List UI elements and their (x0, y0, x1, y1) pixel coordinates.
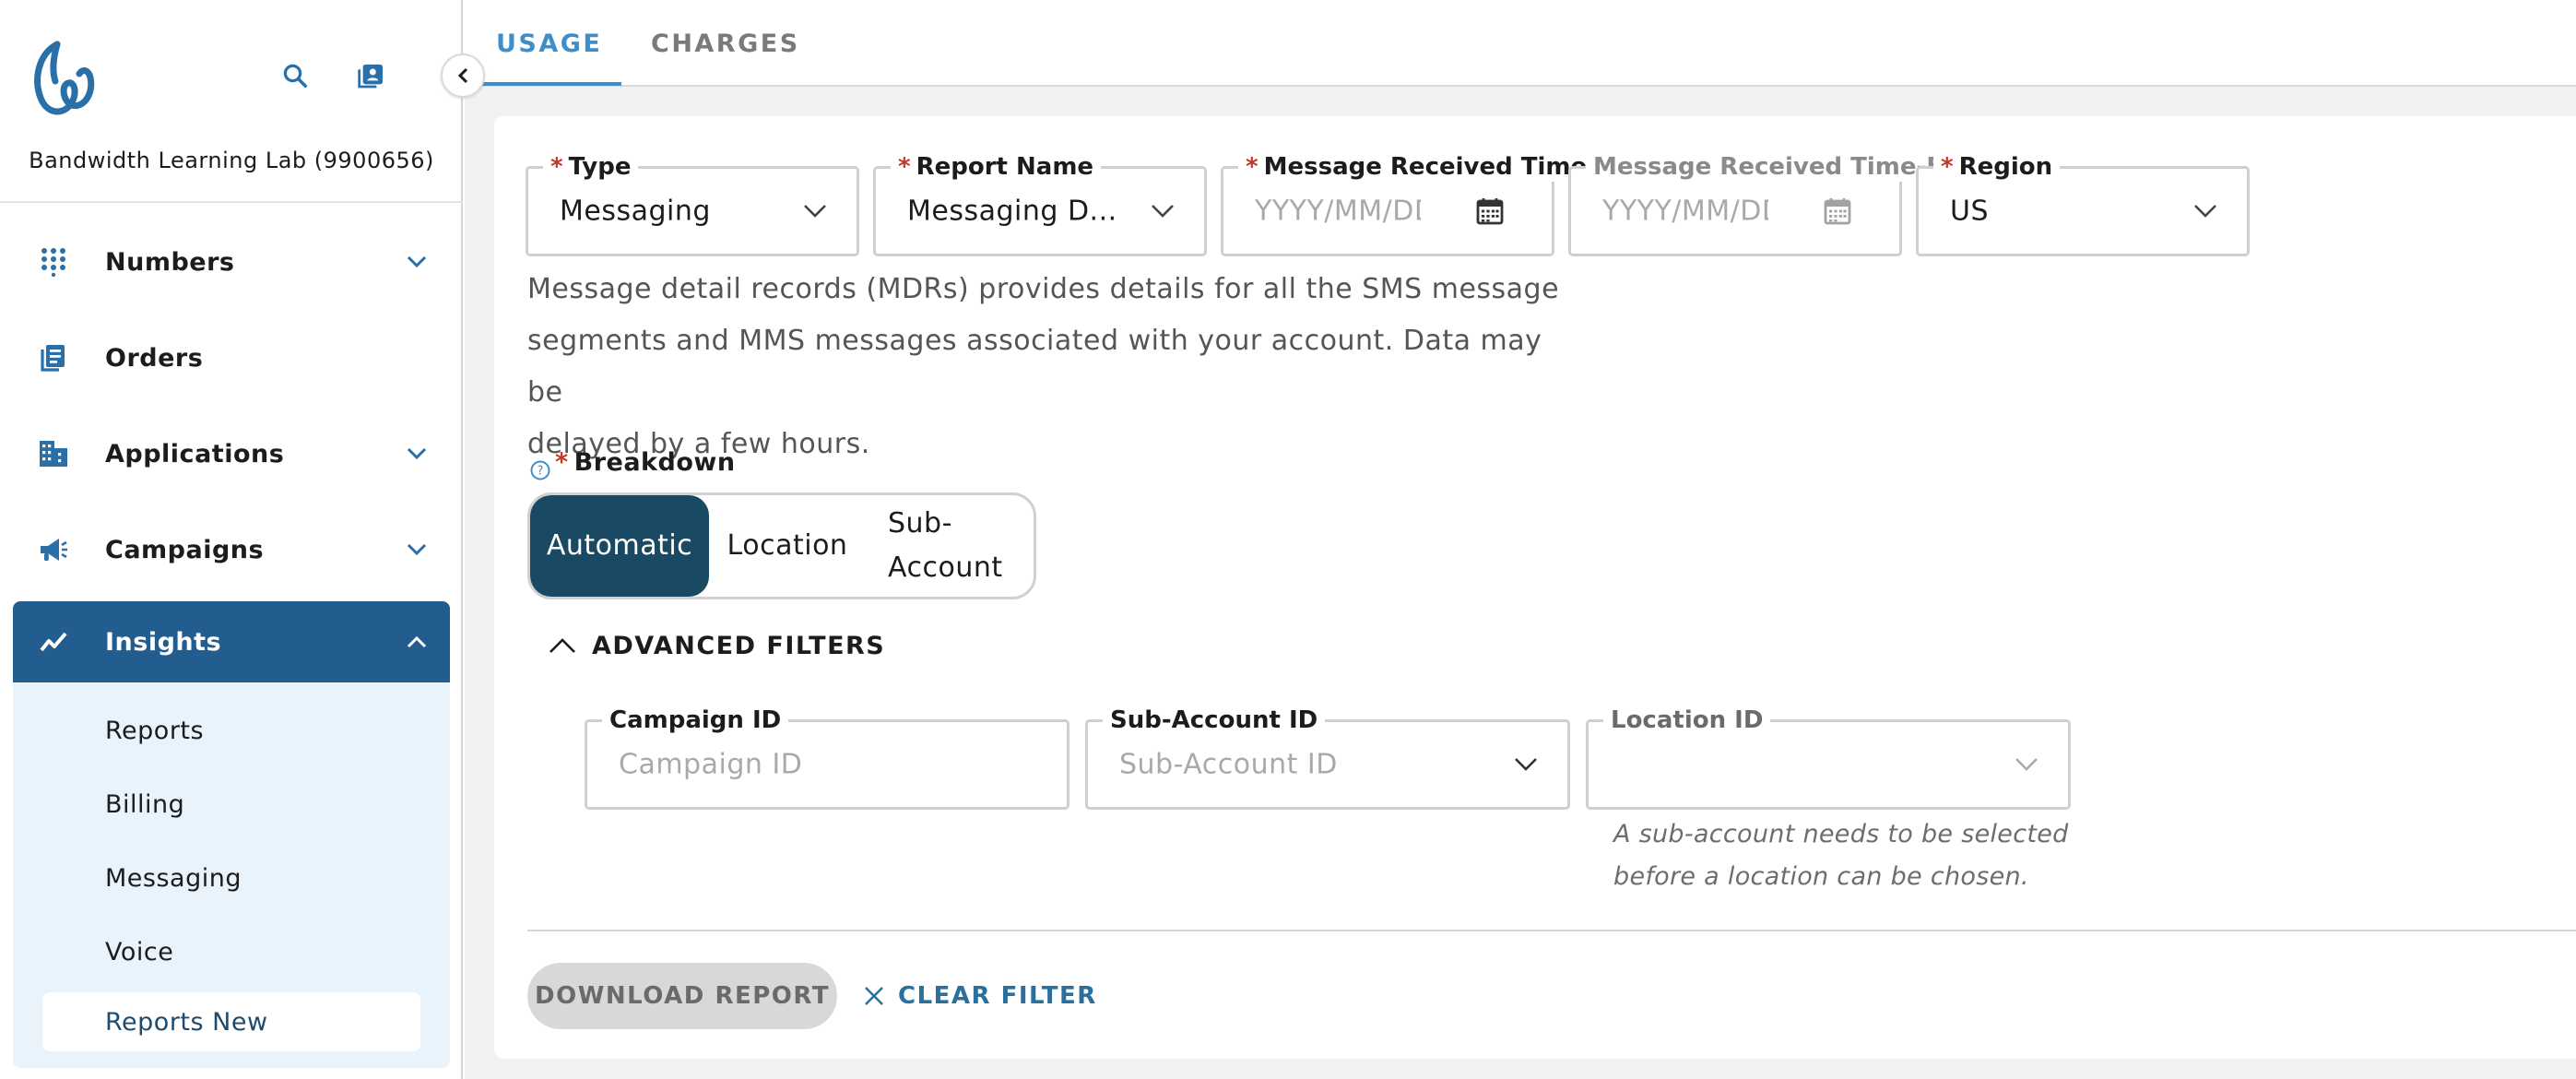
required-marker: * (1941, 153, 1954, 181)
sub-account-line-1: Sub- (888, 507, 952, 540)
chevron-down-icon[interactable] (404, 441, 430, 467)
clear-filter-label: CLEAR FILTER (898, 982, 1097, 1010)
account-name: Bandwidth Learning Lab (9900656) (29, 148, 434, 173)
report-name-label: * Report Name (891, 152, 1102, 182)
description-line: segments and MMS messages associated wit… (527, 325, 1542, 409)
required-marker: * (550, 153, 563, 181)
form-divider (527, 930, 2576, 931)
location-id-select[interactable]: Location ID (1586, 706, 2071, 810)
type-value: Messaging (560, 195, 711, 228)
location-id-label: Location ID (1603, 706, 1771, 735)
sub-account-id-placeholder: Sub-Account ID (1119, 748, 1338, 781)
region-select[interactable]: * Region US (1916, 152, 2250, 256)
region-value: US (1950, 195, 1990, 228)
bandwidth-logo-icon[interactable] (30, 37, 98, 118)
chevron-down-icon (1149, 197, 1176, 225)
helper-line: A sub-account needs to be selected (1613, 820, 2069, 848)
sidebar-item-campaigns[interactable]: Campaigns (13, 509, 450, 590)
report-name-select[interactable]: * Report Name Messaging D... (873, 152, 1207, 256)
breakdown-option-location[interactable]: Location (709, 495, 866, 597)
campaign-id-input[interactable]: Campaign ID Campaign ID (585, 706, 1069, 810)
calendar-icon[interactable] (1822, 196, 1853, 227)
collapse-sidebar-button[interactable] (441, 53, 485, 98)
sidebar-item-label: Orders (105, 343, 204, 373)
calendar-icon[interactable] (1474, 196, 1506, 227)
time-end-field[interactable]: Message Received Time-End YYYY/MM/DD (1568, 152, 1985, 256)
svg-text:?: ? (538, 465, 544, 479)
time-start-placeholder: YYYY/MM/DD (1255, 195, 1421, 228)
breakdown-label-text: Breakdown (573, 448, 736, 477)
breakdown-segmented-control: Automatic Location Sub- Account (527, 492, 1036, 599)
chevron-down-icon[interactable] (404, 537, 430, 563)
sub-account-id-select[interactable]: Sub-Account ID Sub-Account ID (1085, 706, 1570, 810)
sidebar-item-orders[interactable]: Orders (13, 317, 450, 398)
breakdown-label: * Breakdown (555, 448, 736, 477)
sidebar-item-label: Campaigns (105, 535, 265, 564)
report-name-label-text: Report Name (916, 153, 1094, 181)
tab-charges[interactable]: CHARGES (651, 0, 800, 87)
chevron-down-icon[interactable] (404, 249, 430, 275)
chevron-up-icon[interactable] (404, 629, 430, 655)
keypad-icon (37, 245, 70, 279)
download-report-button[interactable]: DOWNLOAD REPORT (527, 963, 837, 1029)
sidebar-divider (0, 201, 463, 203)
contact-book-icon[interactable] (353, 57, 390, 94)
chevron-down-icon (801, 197, 829, 225)
report-name-value: Messaging D... (907, 195, 1117, 228)
sidebar-item-numbers[interactable]: Numbers (13, 221, 450, 302)
megaphone-icon (37, 533, 70, 566)
trend-line-icon (37, 625, 70, 658)
report-description: Message detail records (MDRs) provides d… (527, 264, 1578, 470)
helper-line: before a location can be chosen. (1613, 862, 2029, 891)
type-label: * Type (543, 152, 639, 182)
required-marker: * (898, 153, 911, 181)
sidebar: Bandwidth Learning Lab (9900656) Numbers… (0, 0, 463, 1079)
chevron-down-icon (1512, 751, 1540, 778)
type-label-text: Type (568, 153, 632, 181)
search-icon[interactable] (277, 57, 313, 94)
breakdown-option-automatic[interactable]: Automatic (530, 495, 709, 597)
type-select[interactable]: * Type Messaging (526, 152, 859, 256)
clear-filter-button[interactable]: CLEAR FILTER (861, 963, 1097, 1029)
region-label-text: Region (1958, 153, 2053, 181)
advanced-filters-toggle[interactable]: ADVANCED FILTERS (546, 629, 885, 662)
chevron-up-icon (546, 629, 579, 662)
sidebar-item-applications[interactable]: Applications (13, 413, 450, 494)
sidebar-item-label: Applications (105, 439, 285, 468)
location-helper-text: A sub-account needs to be selected befor… (1613, 813, 2093, 898)
region-label: * Region (1933, 152, 2061, 182)
close-icon (861, 983, 887, 1009)
advanced-filters-label: ADVANCED FILTERS (592, 631, 886, 660)
sidebar-subitem-voice[interactable]: Voice (13, 922, 450, 981)
description-line: Message detail records (MDRs) provides d… (527, 273, 1560, 305)
building-icon (37, 437, 70, 470)
sidebar-item-insights[interactable]: Insights (13, 601, 450, 682)
sidebar-subitem-billing[interactable]: Billing (13, 775, 450, 834)
report-form-card: * Type Messaging * Report Name Messaging D… (494, 116, 2576, 1059)
main-content: USAGE CHARGES * Type Messaging * Report Na… (465, 0, 2576, 1079)
tab-usage[interactable]: USAGE (496, 0, 602, 87)
sidebar-subitem-reports-new[interactable]: Reports New (42, 992, 420, 1051)
sidebar-item-label: Numbers (105, 247, 235, 277)
sub-account-line-2: Account (888, 551, 1003, 584)
breakdown-option-sub-account[interactable]: Sub- Account (866, 495, 1034, 597)
required-marker: * (555, 448, 569, 477)
sidebar-subitem-messaging[interactable]: Messaging (13, 848, 450, 907)
chevron-down-icon (2192, 197, 2219, 225)
sub-account-id-label: Sub-Account ID (1103, 706, 1326, 735)
tab-bar: USAGE CHARGES (465, 0, 2576, 87)
sidebar-item-label: Insights (105, 627, 222, 657)
campaign-id-placeholder: Campaign ID (619, 748, 803, 781)
time-end-placeholder: YYYY/MM/DD (1602, 195, 1768, 228)
time-start-field[interactable]: * Message Received Time-Start YYYY/MM/DD (1221, 152, 1672, 256)
receipt-icon (37, 341, 70, 374)
chevron-down-icon (2013, 751, 2040, 778)
insights-subnav: Reports Billing Messaging Voice Reports … (13, 682, 450, 1068)
active-tab-indicator (465, 82, 621, 86)
sidebar-subitem-reports[interactable]: Reports (13, 701, 450, 760)
campaign-id-label: Campaign ID (602, 706, 789, 735)
help-circle-icon[interactable]: ? (529, 459, 551, 481)
required-marker: * (1246, 153, 1258, 181)
